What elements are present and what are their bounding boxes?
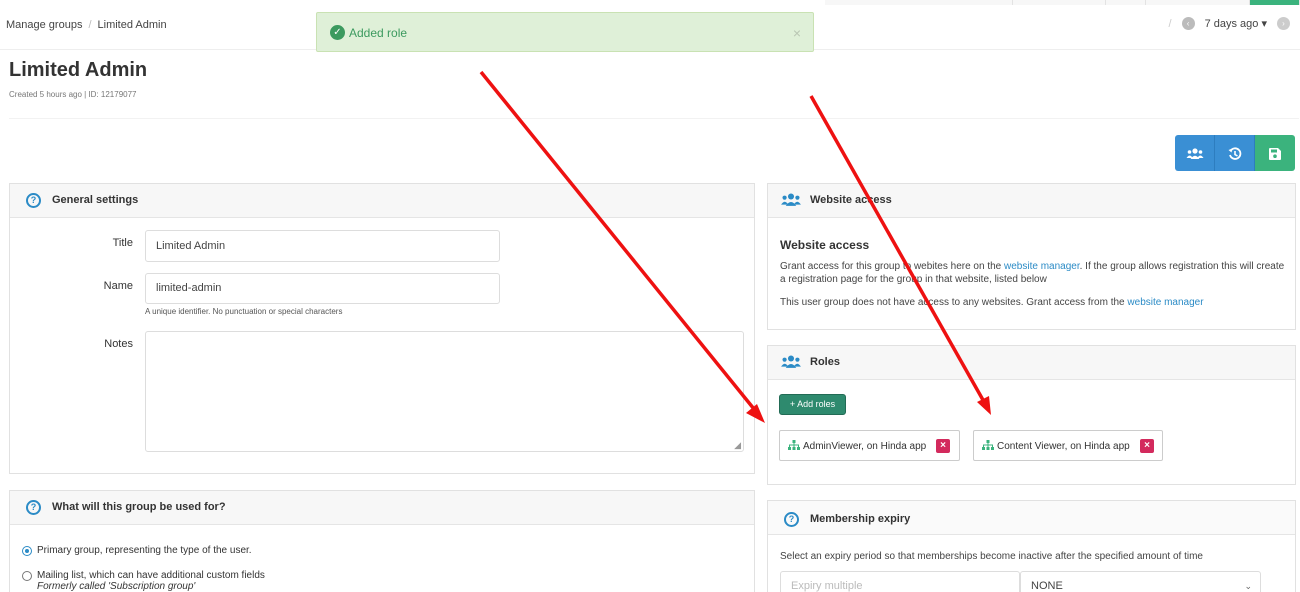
panel-title: Membership expiry [810,513,911,525]
expiry-period-select[interactable]: NONE ⌄ [1020,571,1261,592]
save-icon [1269,148,1281,161]
history-icon [1228,147,1241,161]
panel-header: ? General settings [10,184,754,218]
usage-option-mailing[interactable]: Mailing list, which can have additional … [22,570,265,592]
website-manager-link[interactable]: website manager [1004,261,1080,272]
usage-option-primary[interactable]: Primary group, representing the type of … [22,545,252,556]
option-label: Mailing list, which can have additional … [37,570,265,592]
group-usage-panel: ? What will this group be used for? Prim… [9,490,755,592]
remove-role-button[interactable]: × [936,439,950,453]
notes-label: Notes [104,338,133,350]
action-button-group [1175,135,1295,171]
radio-selected[interactable] [22,546,32,556]
question-circle-icon: ? [26,500,41,515]
role-chip: AdminViewer, on Hinda app × [779,430,960,461]
users-icon [1186,148,1203,160]
check-circle-icon: ✓ [330,25,345,40]
title-input[interactable]: Limited Admin [145,230,500,262]
notes-textarea[interactable]: ◢ [145,331,744,452]
panel-header: ? Membership expiry [768,501,1295,535]
users-icon [781,355,801,368]
general-settings-panel: ? General settings Title Limited Admin N… [9,183,755,474]
section-heading: Website access [780,238,870,252]
toast-message: Added role [349,26,408,40]
users-icon [781,193,801,206]
chevron-down-icon: ⌄ [1244,581,1252,591]
panel-header: Roles [768,346,1295,380]
role-label: AdminViewer, on Hinda app [803,441,927,452]
members-button[interactable] [1175,135,1215,171]
panel-title: Roles [810,356,840,368]
radio-unselected[interactable] [22,571,32,581]
question-circle-icon: ? [784,512,799,527]
name-input[interactable]: limited-admin [145,273,500,304]
breadcrumb: Manage groups / Limited Admin [6,19,167,31]
history-button[interactable] [1215,135,1255,171]
page-title: Limited Admin [9,59,148,81]
website-access-description: Grant access for this group to webites h… [780,261,1285,285]
history-dropdown[interactable]: 7 days ago ▾ [1205,17,1267,30]
panel-title: What will this group be used for? [52,501,226,513]
sitemap-icon [982,440,994,450]
expiry-description: Select an expiry period so that membersh… [780,551,1203,562]
expiry-multiple-input[interactable]: Expiry multiple [780,571,1020,592]
success-toast: ✓ Added role × [316,12,814,52]
chevron-right-circle-icon[interactable]: › [1277,17,1290,30]
role-chip: Content Viewer, on Hinda app × [973,430,1163,461]
add-roles-button[interactable]: + Add roles [779,394,846,415]
page-meta: Created 5 hours ago | ID: 12179077 [9,90,137,99]
website-access-status: This user group does not have access to … [780,297,1204,308]
sitemap-icon [788,440,800,450]
resize-handle-icon[interactable]: ◢ [734,440,741,451]
title-label: Title [112,237,133,249]
panel-title: General settings [52,194,139,206]
history-nav: / ‹ 7 days ago ▾ › [1169,17,1290,30]
remove-role-button[interactable]: × [1140,439,1154,453]
save-button[interactable] [1255,135,1295,171]
role-label: Content Viewer, on Hinda app [997,441,1130,452]
toast-close-button[interactable]: × [793,25,801,41]
panel-header: Website access [768,184,1295,218]
question-circle-icon: ? [26,193,41,208]
divider [9,118,1299,119]
chevron-left-circle-icon[interactable]: ‹ [1181,17,1195,30]
breadcrumb-parent[interactable]: Manage groups [6,19,82,31]
option-label: Primary group, representing the type of … [37,545,252,556]
website-manager-link[interactable]: website manager [1127,297,1203,308]
name-label: Name [103,280,133,292]
roles-panel: Roles [767,345,1296,485]
breadcrumb-current: Limited Admin [97,19,167,31]
panel-title: Website access [810,194,892,206]
panel-header: ? What will this group be used for? [10,491,754,525]
option-sublabel: Formerly called 'Subscription group' [37,581,196,592]
name-hint: A unique identifier. No punctuation or s… [145,307,343,316]
website-access-panel: Website access Website access Grant acce… [767,183,1296,330]
